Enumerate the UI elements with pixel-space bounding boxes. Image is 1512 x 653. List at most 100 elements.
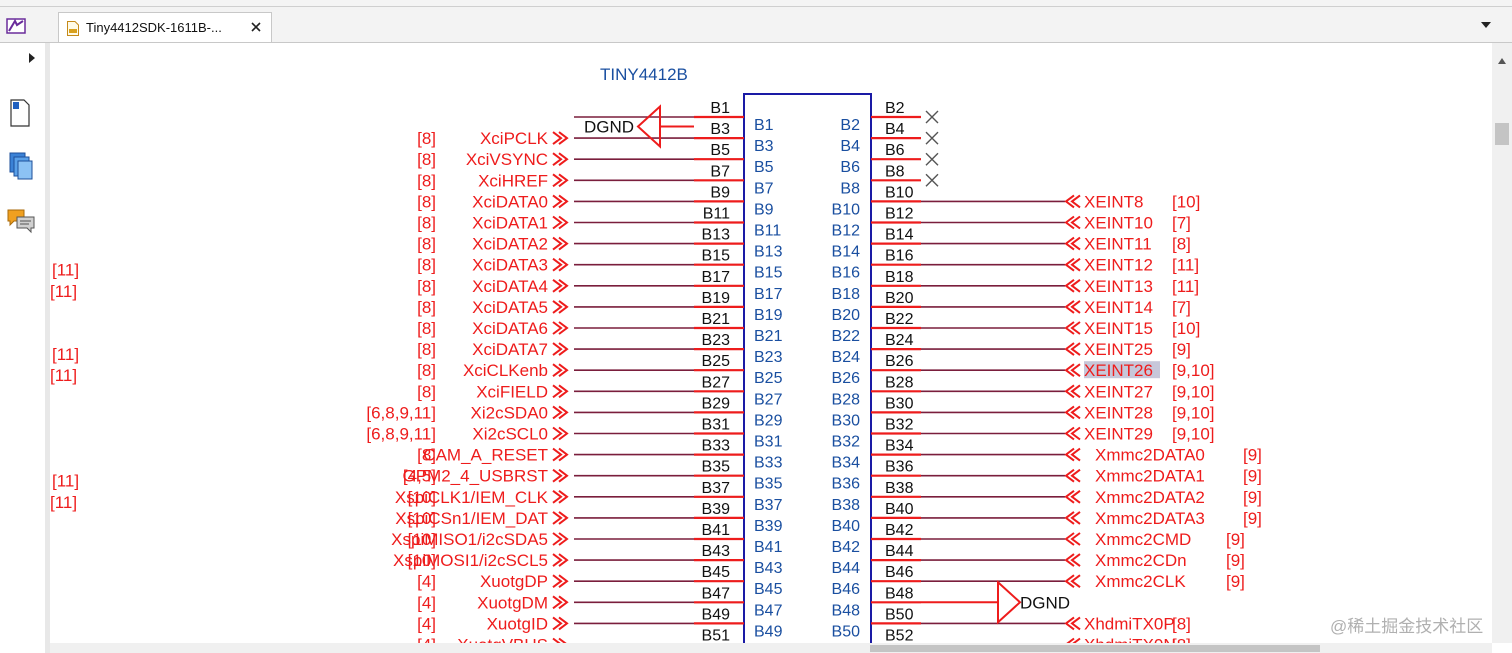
right-net-label: XEINT15 <box>1084 319 1153 338</box>
right-net-ref: [9,10] <box>1172 361 1215 380</box>
right-pin-name: B4 <box>840 138 860 155</box>
right-pin-number: B24 <box>885 332 914 349</box>
right-pin-number: B40 <box>885 501 914 518</box>
pdf-reader-app-icon[interactable] <box>6 18 26 34</box>
left-net-ref: [10] <box>408 488 436 507</box>
right-net-chevron <box>1064 553 1081 567</box>
horizontal-scrollbar[interactable] <box>50 643 1492 653</box>
left-pin-name: B37 <box>754 497 783 514</box>
right-pin-number: B12 <box>885 206 914 223</box>
right-pin-number: B48 <box>885 585 914 602</box>
right-pin-name: B44 <box>832 560 861 577</box>
left-net-ref: [10] <box>408 509 436 528</box>
right-pin-number: B50 <box>885 606 914 623</box>
right-pin-number: B46 <box>885 564 914 581</box>
left-net-ref: [8] <box>417 446 436 465</box>
right-net-label: XEINT12 <box>1084 256 1153 275</box>
right-net-label: XEINT11 <box>1084 235 1152 254</box>
right-net-label: Xmmc2CMD <box>1095 530 1191 549</box>
left-pin-name: B19 <box>754 307 783 324</box>
left-pin-number: B31 <box>702 417 731 434</box>
layers-icon[interactable] <box>8 151 34 181</box>
right-pin-name: B2 <box>840 117 860 134</box>
right-pin-number: B22 <box>885 311 914 328</box>
right-pin-number: B18 <box>885 269 914 286</box>
dropdown-arrow-icon[interactable] <box>1480 20 1492 30</box>
right-net-chevron <box>1064 342 1081 356</box>
right-pin-name: B12 <box>832 223 861 240</box>
left-pin-number: B35 <box>702 459 731 476</box>
left-net-label: XciDATA0 <box>472 192 548 211</box>
right-net-label: XEINT10 <box>1084 214 1153 233</box>
watermark-text: @稀土掘金技术社区 <box>1330 617 1484 636</box>
left-pin-name: B5 <box>754 159 774 176</box>
left-net-chevron <box>552 468 569 483</box>
left-net-ref: [8] <box>417 129 436 148</box>
right-pin-name: B36 <box>832 476 861 493</box>
vertical-scrollbar[interactable] <box>1492 43 1512 643</box>
left-pin-name: B45 <box>754 581 783 598</box>
left-net-ref: [8] <box>417 256 436 275</box>
left-net-label: XciCLKenb <box>463 361 548 380</box>
left-net-label: XuotgDM <box>477 593 548 612</box>
comments-icon[interactable] <box>7 208 35 234</box>
left-net-ref: [4] <box>417 614 436 633</box>
left-net-chevron <box>552 215 569 230</box>
left-net-label: XciFIELD <box>476 382 548 401</box>
scroll-up-arrow-icon[interactable] <box>1497 57 1507 65</box>
left-net-chevron <box>552 490 569 504</box>
left-net-chevron <box>552 152 569 166</box>
left-net-ref: [8] <box>417 277 436 296</box>
right-net-chevron <box>1064 384 1081 399</box>
right-net-chevron <box>1064 300 1081 314</box>
left-net-ref: [6,8,9,11] <box>366 425 436 444</box>
left-pin-number: B29 <box>702 395 731 412</box>
left-pin-number: B39 <box>702 501 731 518</box>
right-pin-number: B16 <box>885 248 914 265</box>
no-connect-mark <box>925 110 939 124</box>
page-thumbnail-icon[interactable] <box>9 99 31 127</box>
document-tab[interactable]: Tiny4412SDK-1611B-... <box>58 12 272 42</box>
right-net-ref: [9,10] <box>1172 425 1215 444</box>
horizontal-scroll-thumb[interactable] <box>870 645 1320 652</box>
right-net-ref: [8] <box>1172 636 1191 644</box>
right-pin-number: B34 <box>885 438 914 455</box>
right-net-label: Xmmc2DATA2 <box>1095 488 1205 507</box>
right-pin-number: B8 <box>885 163 905 180</box>
right-net-chevron <box>1064 447 1081 462</box>
left-net-chevron <box>552 553 569 567</box>
pdf-file-icon <box>67 21 79 36</box>
left-pin-number: B37 <box>702 480 731 497</box>
close-icon[interactable] <box>250 21 262 33</box>
left-pin-number: B43 <box>702 543 731 560</box>
right-net-chevron <box>1064 490 1081 504</box>
document-viewport[interactable]: TINY4412B [11] [11] [11] [11] [11] [11] B1 B1 B3 B… <box>50 43 1492 643</box>
right-pin-number: B10 <box>885 184 914 201</box>
left-net-ref: [8] <box>417 319 436 338</box>
left-net-chevron <box>552 236 569 251</box>
right-pin-number: B28 <box>885 374 914 391</box>
left-pin-number: B17 <box>702 269 731 286</box>
right-pin-name: B48 <box>832 602 861 619</box>
right-net-label: XEINT8 <box>1084 192 1144 211</box>
ground-symbol-top <box>636 104 661 149</box>
right-pin-name: B42 <box>832 539 861 556</box>
left-net-chevron <box>552 616 569 631</box>
right-net-ref: [9] <box>1243 488 1262 507</box>
far-left-ref: [11] <box>50 282 77 301</box>
left-net-ref: [8] <box>417 150 436 169</box>
vertical-scroll-thumb[interactable] <box>1495 123 1509 145</box>
far-left-ref: [11] <box>50 366 77 385</box>
left-net-label: XciDATA7 <box>472 340 548 359</box>
left-pin-name: B43 <box>754 560 783 577</box>
expand-arrow-icon[interactable] <box>27 52 37 64</box>
right-pin-name: B8 <box>840 180 860 197</box>
schematic-page: TINY4412B [11] [11] [11] [11] [11] [11] B1 B1 B3 B… <box>50 65 1262 644</box>
right-net-ref: [9] <box>1243 446 1262 465</box>
right-pin-name: B32 <box>832 434 861 451</box>
left-pin-number: B5 <box>710 142 730 159</box>
left-net-chevron <box>552 511 569 525</box>
right-pin-number: B44 <box>885 543 914 560</box>
left-net-ref: [4,5] <box>403 467 436 486</box>
right-pin-number: B30 <box>885 395 914 412</box>
